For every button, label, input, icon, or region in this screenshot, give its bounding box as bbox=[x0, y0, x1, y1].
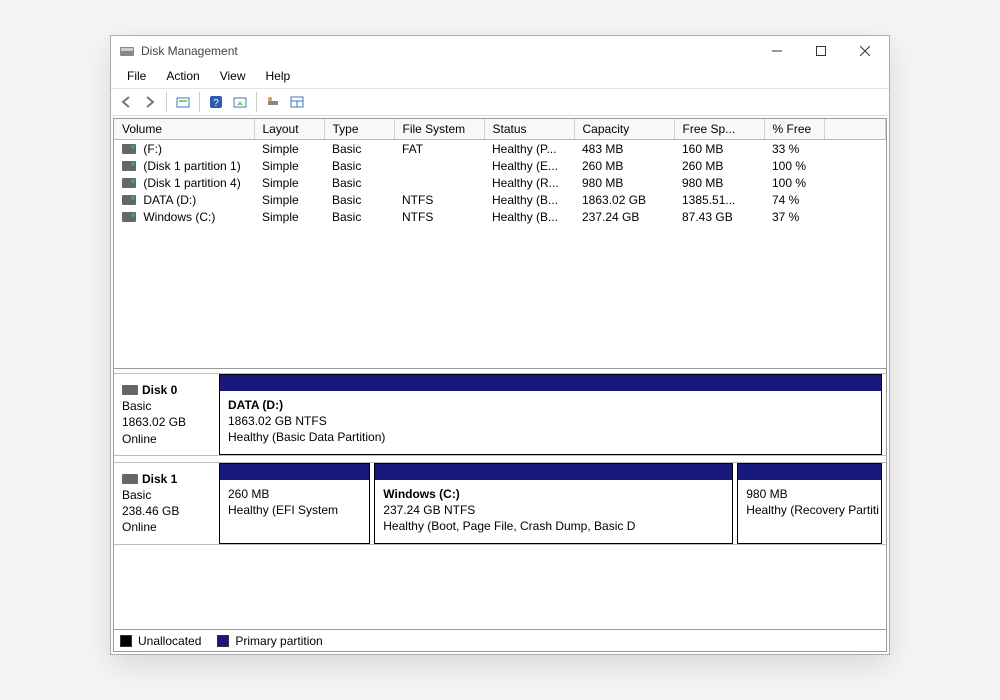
partition-strip: 260 MBHealthy (EFI SystemWindows (C:)237… bbox=[219, 463, 886, 544]
toolbar: ? bbox=[111, 88, 889, 116]
partition[interactable]: DATA (D:)1863.02 GB NTFSHealthy (Basic D… bbox=[219, 374, 882, 455]
partition-color-bar bbox=[375, 464, 732, 480]
partition[interactable]: Windows (C:)237.24 GB NTFSHealthy (Boot,… bbox=[374, 463, 733, 544]
content-area: VolumeLayoutTypeFile SystemStatusCapacit… bbox=[113, 118, 887, 652]
disk-row: Disk 0Basic1863.02 GBOnlineDATA (D:)1863… bbox=[114, 373, 886, 456]
maximize-button[interactable] bbox=[799, 37, 843, 65]
partition-strip: DATA (D:)1863.02 GB NTFSHealthy (Basic D… bbox=[219, 374, 886, 455]
titlebar: Disk Management bbox=[111, 36, 889, 66]
column-header[interactable]: Free Sp... bbox=[674, 119, 764, 140]
legend-swatch bbox=[217, 635, 229, 647]
menu-file[interactable]: File bbox=[117, 66, 156, 88]
minimize-button[interactable] bbox=[755, 37, 799, 65]
disk-header[interactable]: Disk 0Basic1863.02 GBOnline bbox=[114, 374, 219, 455]
settings-button[interactable] bbox=[286, 91, 308, 113]
menu-action[interactable]: Action bbox=[156, 66, 209, 88]
properties-icon bbox=[266, 95, 280, 109]
refresh-button[interactable] bbox=[172, 91, 194, 113]
arrow-right-icon bbox=[143, 95, 157, 109]
partition-info: DATA (D:)1863.02 GB NTFSHealthy (Basic D… bbox=[220, 391, 881, 454]
back-button[interactable] bbox=[115, 91, 137, 113]
drive-icon bbox=[122, 161, 136, 171]
column-header[interactable]: File System bbox=[394, 119, 484, 140]
menubar: File Action View Help bbox=[111, 66, 889, 88]
partition-info: Windows (C:)237.24 GB NTFSHealthy (Boot,… bbox=[375, 480, 732, 543]
disk-header[interactable]: Disk 1Basic238.46 GBOnline bbox=[114, 463, 219, 544]
volume-row[interactable]: (F:)SimpleBasicFATHealthy (P...483 MB160… bbox=[114, 140, 886, 158]
close-button[interactable] bbox=[843, 37, 887, 65]
refresh-icon bbox=[176, 95, 190, 109]
action-button[interactable] bbox=[229, 91, 251, 113]
volume-row[interactable]: (Disk 1 partition 1)SimpleBasicHealthy (… bbox=[114, 157, 886, 174]
menu-help[interactable]: Help bbox=[256, 66, 301, 88]
layout-icon bbox=[290, 95, 304, 109]
volume-row[interactable]: Windows (C:)SimpleBasicNTFSHealthy (B...… bbox=[114, 208, 886, 225]
column-header[interactable]: Volume bbox=[114, 119, 254, 140]
legend: Unallocated Primary partition bbox=[114, 629, 886, 651]
help-icon: ? bbox=[209, 95, 223, 109]
legend-label: Primary partition bbox=[235, 634, 322, 648]
legend-swatch bbox=[120, 635, 132, 647]
disk-row: Disk 1Basic238.46 GBOnline260 MBHealthy … bbox=[114, 462, 886, 545]
partition-info: 980 MBHealthy (Recovery Partiti bbox=[738, 480, 881, 543]
drive-icon bbox=[122, 144, 136, 154]
properties-button[interactable] bbox=[262, 91, 284, 113]
drive-icon bbox=[122, 195, 136, 205]
partition-color-bar bbox=[220, 375, 881, 391]
column-header[interactable]: Type bbox=[324, 119, 394, 140]
legend-label: Unallocated bbox=[138, 634, 201, 648]
volume-list-pane: VolumeLayoutTypeFile SystemStatusCapacit… bbox=[114, 119, 886, 369]
disk-graphical-pane: Disk 0Basic1863.02 GBOnlineDATA (D:)1863… bbox=[114, 369, 886, 629]
list-icon bbox=[233, 95, 247, 109]
volume-row[interactable]: (Disk 1 partition 4)SimpleBasicHealthy (… bbox=[114, 174, 886, 191]
column-header[interactable]: % Free bbox=[764, 119, 824, 140]
forward-button[interactable] bbox=[139, 91, 161, 113]
partition[interactable]: 260 MBHealthy (EFI System bbox=[219, 463, 370, 544]
column-header[interactable]: Capacity bbox=[574, 119, 674, 140]
volume-row[interactable]: DATA (D:)SimpleBasicNTFSHealthy (B...186… bbox=[114, 191, 886, 208]
disk-management-window: Disk Management File Action View Help ? bbox=[110, 35, 890, 655]
partition-color-bar bbox=[220, 464, 369, 480]
arrow-left-icon bbox=[119, 95, 133, 109]
disk-icon bbox=[122, 474, 138, 484]
menu-view[interactable]: View bbox=[210, 66, 256, 88]
window-title: Disk Management bbox=[141, 44, 755, 58]
column-header[interactable]: Layout bbox=[254, 119, 324, 140]
partition[interactable]: 980 MBHealthy (Recovery Partiti bbox=[737, 463, 882, 544]
app-icon bbox=[119, 43, 135, 59]
drive-icon bbox=[122, 178, 136, 188]
partition-color-bar bbox=[738, 464, 881, 480]
disk-icon bbox=[122, 385, 138, 395]
volume-table[interactable]: VolumeLayoutTypeFile SystemStatusCapacit… bbox=[114, 119, 886, 225]
partition-info: 260 MBHealthy (EFI System bbox=[220, 480, 369, 543]
drive-icon bbox=[122, 212, 136, 222]
column-header[interactable]: Status bbox=[484, 119, 574, 140]
svg-text:?: ? bbox=[213, 98, 219, 109]
help-button[interactable]: ? bbox=[205, 91, 227, 113]
